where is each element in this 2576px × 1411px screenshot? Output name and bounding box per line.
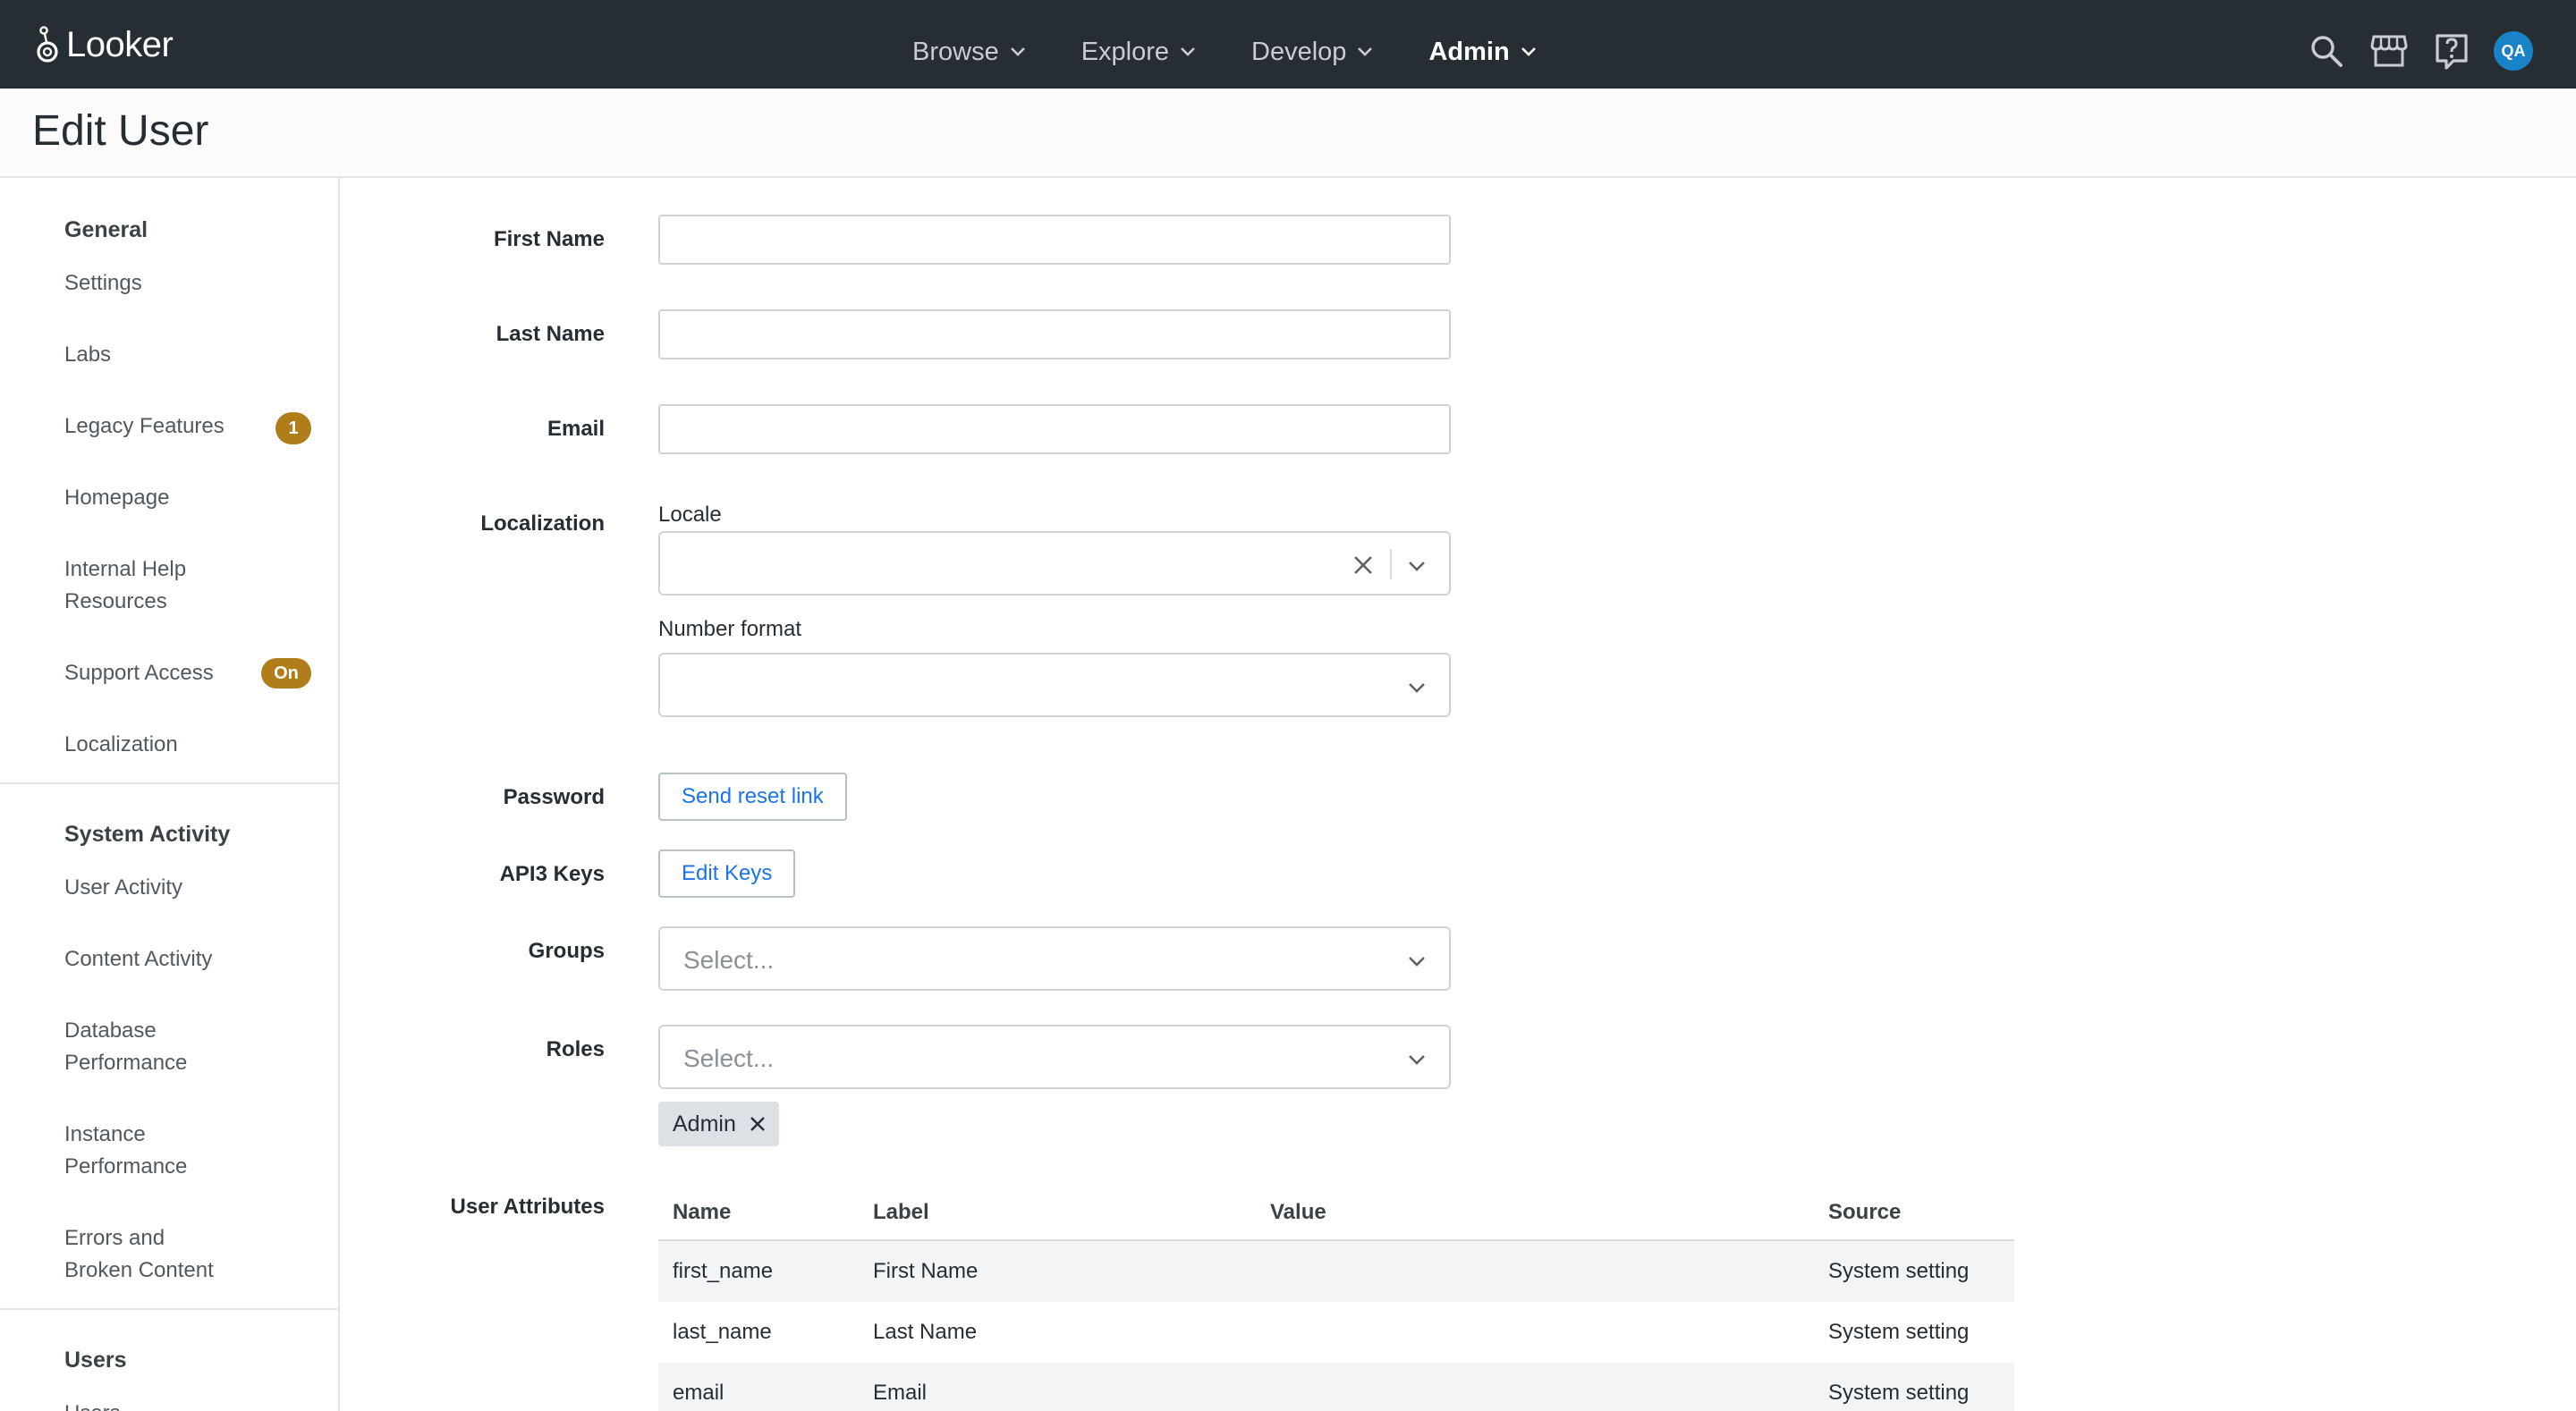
nav-explore-label: Explore	[1080, 37, 1170, 66]
sidebar-item-localization[interactable]: Localization	[0, 729, 178, 761]
sidebar-item-legacy-features[interactable]: Legacy Features	[0, 410, 225, 443]
sidebar-item-user-activity[interactable]: User Activity	[0, 872, 182, 904]
attr-label: Last Name	[873, 1320, 978, 1344]
nav-admin[interactable]: Admin	[1428, 27, 1536, 77]
sidebar-item-homepage[interactable]: Homepage	[0, 482, 169, 514]
support-access-badge: On	[261, 658, 311, 689]
chevron-down-icon	[1010, 47, 1025, 56]
top-nav: Looker Browse Explore Develop Admin QA	[0, 0, 2576, 89]
api3-keys-label: API3 Keys	[499, 862, 605, 886]
help-icon	[2436, 34, 2468, 70]
sidebar-item-settings[interactable]: Settings	[0, 267, 142, 300]
select-separator	[1390, 549, 1392, 579]
search-button[interactable]	[2308, 32, 2345, 70]
chevron-down-icon	[1409, 957, 1425, 967]
main-nav: Browse Explore Develop Admin	[912, 27, 1592, 77]
looker-logo[interactable]: Looker	[34, 24, 174, 64]
locale-label: Locale	[658, 503, 722, 527]
table-row: first_name First Name System setting	[658, 1241, 2014, 1302]
first-name-input[interactable]	[658, 215, 1451, 265]
email-input[interactable]	[658, 404, 1451, 454]
role-chip-admin: Admin	[658, 1102, 779, 1146]
number-format-label: Number format	[658, 617, 802, 641]
attr-name: last_name	[673, 1320, 772, 1344]
search-icon	[2311, 36, 2343, 67]
sidebar-heading-users: Users	[64, 1348, 127, 1373]
attr-source: System setting	[1828, 1320, 1970, 1344]
user-attributes-label: User Attributes	[450, 1195, 605, 1219]
chevron-down-icon	[1181, 47, 1195, 56]
remove-icon[interactable]	[749, 1115, 767, 1133]
page-header: Edit User	[0, 89, 2576, 178]
legacy-features-badge: 1	[275, 412, 311, 444]
attr-name: email	[673, 1381, 724, 1405]
send-reset-link-button[interactable]: Send reset link	[658, 773, 847, 821]
roles-select[interactable]: Select...	[658, 1025, 1451, 1089]
nav-develop-label: Develop	[1251, 37, 1347, 66]
edit-keys-button[interactable]: Edit Keys	[658, 849, 796, 898]
sidebar-item-errors-broken-content[interactable]: Errors and Broken Content	[0, 1222, 233, 1287]
role-chip-label: Admin	[673, 1111, 736, 1136]
chevron-down-icon	[1409, 562, 1425, 571]
admin-sidebar: General Settings Labs Legacy Features 1 …	[0, 178, 340, 1411]
sidebar-item-database-performance[interactable]: Database Performance	[0, 1015, 197, 1079]
marketplace-icon	[2370, 35, 2408, 67]
sidebar-heading-system-activity: System Activity	[64, 822, 231, 847]
looker-logo-icon	[37, 26, 58, 63]
help-button[interactable]	[2433, 32, 2470, 70]
table-row: email Email System setting	[658, 1363, 2014, 1411]
first-name-label: First Name	[493, 227, 605, 251]
groups-label: Groups	[528, 939, 605, 963]
number-format-select[interactable]	[658, 653, 1451, 717]
avatar[interactable]: QA	[2494, 31, 2533, 71]
localization-label: Localization	[480, 511, 605, 536]
password-label: Password	[503, 785, 605, 809]
column-header-name: Name	[673, 1200, 732, 1224]
locale-select[interactable]	[658, 531, 1451, 596]
sidebar-item-instance-performance[interactable]: Instance Performance	[0, 1119, 197, 1183]
sidebar-item-users[interactable]: Users	[0, 1398, 121, 1411]
table-row: last_name Last Name System setting	[658, 1302, 2014, 1363]
marketplace-button[interactable]	[2370, 32, 2408, 70]
nav-develop[interactable]: Develop	[1251, 27, 1373, 77]
attr-label: Email	[873, 1381, 928, 1405]
last-name-input[interactable]	[658, 309, 1451, 359]
clear-icon[interactable]	[1352, 554, 1374, 576]
nav-admin-label: Admin	[1428, 37, 1510, 66]
roles-placeholder: Select...	[683, 1044, 775, 1072]
user-attributes-table: Name Label Value Source first_name First…	[658, 1182, 2014, 1411]
nav-explore[interactable]: Explore	[1081, 27, 1196, 77]
nav-browse[interactable]: Browse	[912, 27, 1026, 77]
sidebar-item-content-activity[interactable]: Content Activity	[0, 943, 212, 976]
sidebar-heading-general: General	[64, 217, 148, 242]
attr-label: First Name	[873, 1259, 979, 1283]
chevron-down-icon	[1409, 1055, 1425, 1065]
groups-select[interactable]: Select...	[658, 926, 1451, 991]
table-header: Name Label Value Source	[658, 1182, 2014, 1241]
chevron-down-icon	[1521, 47, 1536, 56]
sidebar-divider	[0, 1308, 338, 1310]
email-label: Email	[547, 417, 605, 441]
chevron-down-icon	[1358, 47, 1373, 56]
column-header-source: Source	[1828, 1200, 1902, 1224]
app-name: Looker	[66, 24, 174, 64]
attr-name: first_name	[673, 1259, 774, 1283]
nav-icons: QA	[2283, 30, 2533, 72]
sidebar-item-internal-help-resources[interactable]: Internal Help Resources	[0, 553, 233, 618]
nav-browse-label: Browse	[912, 37, 999, 66]
chevron-down-icon	[1409, 683, 1425, 693]
roles-label: Roles	[546, 1037, 605, 1061]
attr-source: System setting	[1828, 1381, 1970, 1405]
sidebar-divider	[0, 782, 338, 784]
sidebar-item-support-access[interactable]: Support Access	[0, 657, 214, 689]
sidebar-item-labs[interactable]: Labs	[0, 339, 111, 371]
last-name-label: Last Name	[496, 322, 605, 346]
column-header-label: Label	[873, 1200, 929, 1224]
column-header-value: Value	[1270, 1200, 1326, 1224]
page-title: Edit User	[32, 107, 209, 155]
attr-source: System setting	[1828, 1259, 1970, 1283]
groups-placeholder: Select...	[683, 946, 775, 974]
